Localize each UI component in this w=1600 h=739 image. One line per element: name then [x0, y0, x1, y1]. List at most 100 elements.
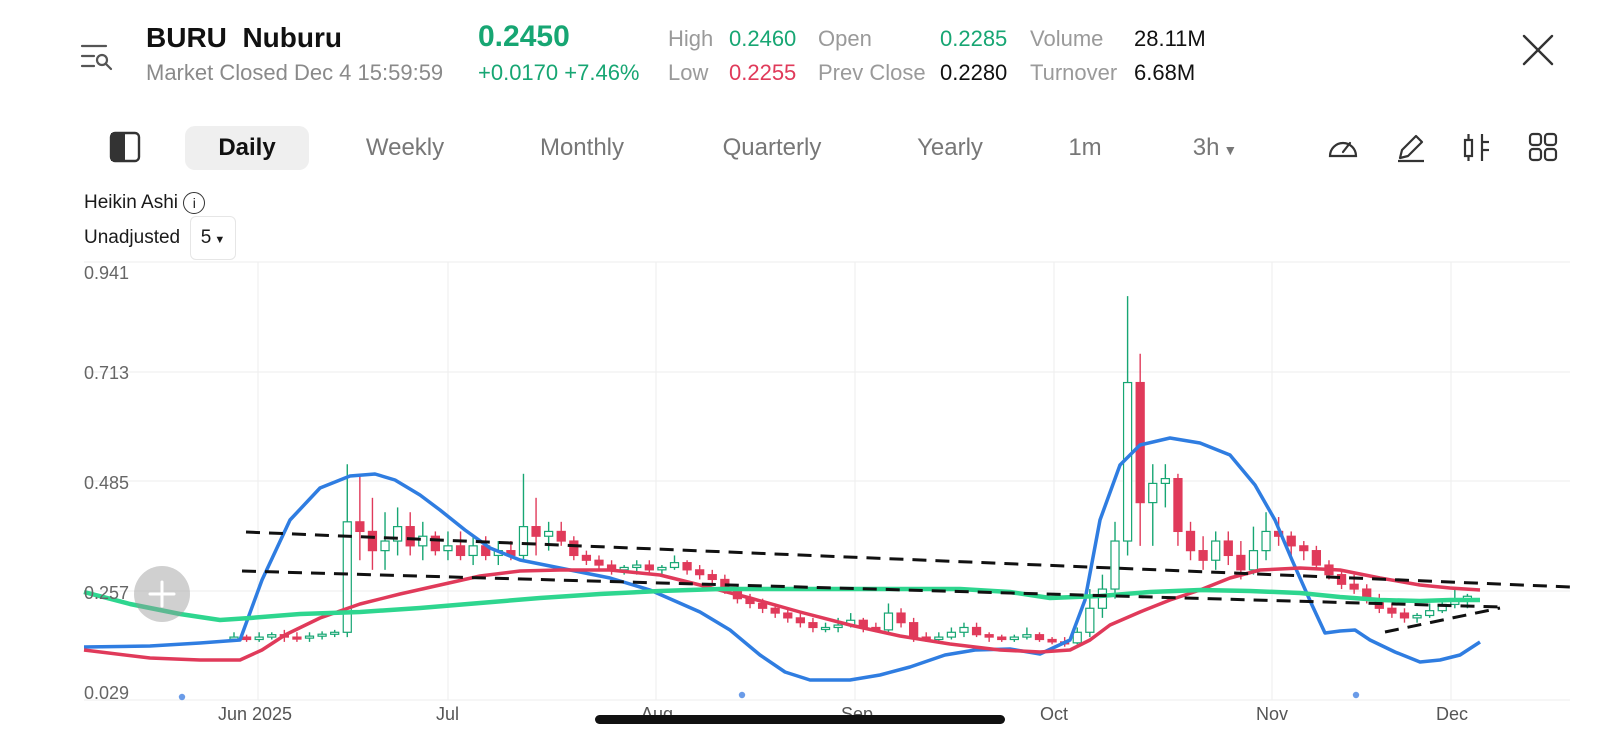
price-chart[interactable] [0, 258, 1600, 708]
low-label: Low [668, 60, 709, 85]
layout-toggle-icon[interactable] [108, 130, 142, 164]
pen-icon[interactable] [1394, 130, 1428, 164]
candle-body [1223, 540, 1233, 557]
tab-monthly[interactable]: Monthly [527, 126, 637, 170]
candle-body [1034, 634, 1045, 641]
volume-value: 28.11M [1134, 26, 1206, 51]
tab-1m[interactable]: 1m [1060, 126, 1110, 170]
candle-body [1387, 607, 1397, 614]
y-tick: 0.713 [84, 363, 130, 383]
candle-body [1085, 607, 1095, 633]
candle-body [1160, 477, 1170, 485]
low-value: 0.2255 [729, 60, 797, 85]
candle-body [355, 521, 365, 533]
tab-quarterly[interactable]: Quarterly [712, 126, 832, 170]
add-button[interactable] [134, 566, 190, 622]
x-tick: Dec [1436, 704, 1469, 724]
change-value: +0.0170 [478, 60, 559, 85]
candle-body [959, 626, 969, 633]
y-tick: 0.485 [84, 473, 130, 493]
candle-body [1173, 477, 1183, 533]
change-percent: +7.46% [564, 60, 640, 85]
info-icon[interactable]: i [183, 192, 206, 214]
candle-body [1097, 588, 1108, 609]
grid-icon[interactable] [1526, 130, 1560, 164]
turnover-label: Turnover [1030, 60, 1118, 85]
candle-body [883, 612, 894, 631]
candle-body [934, 636, 944, 641]
candle-body [707, 574, 717, 581]
price-change: +0.0170 +7.46% [478, 60, 640, 86]
prev-close-value: 0.2280 [940, 60, 1008, 85]
candle-body [292, 636, 302, 640]
prev-close-label: Prev Close [818, 60, 926, 85]
candle-body [795, 617, 805, 624]
candle-body [1349, 583, 1359, 590]
stock-name: Nuburu [242, 22, 342, 53]
tab-weekly[interactable]: Weekly [355, 126, 455, 170]
candle-body [443, 545, 453, 552]
candle-body [342, 521, 352, 633]
candle-body [1425, 610, 1435, 617]
chevron-down-icon: ▼ [211, 234, 226, 246]
candle-body [808, 622, 818, 629]
x-tick: Nov [1256, 704, 1289, 724]
candle-body [569, 540, 579, 557]
candle-body [455, 545, 466, 557]
candle-body [1072, 631, 1082, 644]
candle-body [669, 562, 680, 569]
candle-body [644, 564, 654, 571]
watchlist-menu-icon[interactable] [80, 42, 114, 72]
candle-body [581, 554, 592, 561]
chart-style-label: Heikin Ashi i [84, 192, 206, 214]
candle-body [594, 559, 604, 566]
period-selector-value: 5 [200, 227, 212, 248]
trendlines [241, 530, 1571, 634]
candle-body [682, 562, 692, 571]
candle-body [367, 530, 378, 552]
candle-body [1148, 482, 1158, 504]
high-label: High [668, 26, 714, 51]
open-label: Open [818, 26, 872, 51]
line-green [83, 586, 1480, 623]
chart-style-text: Heikin Ashi [84, 192, 178, 214]
candle-body [330, 631, 340, 635]
candle-body [909, 622, 919, 638]
stock-symbol: BURU [146, 22, 227, 53]
tab-daily[interactable]: Daily [185, 126, 309, 170]
candle-body [757, 602, 768, 609]
candle-body [1286, 535, 1296, 547]
candle-body [997, 636, 1007, 641]
last-price: 0.2450 [478, 20, 570, 53]
candle-body [556, 530, 566, 542]
indicator-icon[interactable] [1460, 130, 1494, 164]
gauge-icon[interactable] [1326, 130, 1360, 164]
candle-body [267, 634, 277, 638]
tab-yearly[interactable]: Yearly [905, 126, 995, 170]
candle-body [544, 530, 554, 537]
x-tick: Jun 2025 [218, 704, 293, 724]
volume-label: Volume [1030, 26, 1104, 51]
candle-body [1110, 540, 1120, 590]
candle-body [1185, 530, 1196, 552]
stock-title: BURU Nuburu [146, 22, 342, 54]
candle-body [1211, 540, 1221, 561]
turnover-value: 6.68M [1134, 60, 1196, 85]
candle-body [1311, 550, 1322, 566]
candle-body [418, 535, 428, 547]
tab-3h[interactable]: 3h ▼ [1180, 126, 1250, 170]
candle-body [695, 569, 705, 576]
candle-body [1399, 612, 1410, 619]
home-indicator[interactable] [595, 715, 1005, 724]
period-selector[interactable]: 5 ▼ [190, 216, 236, 260]
candle-body [1022, 634, 1032, 638]
candle-body [405, 526, 415, 547]
candle-body [783, 612, 793, 619]
line-blue [83, 436, 1481, 682]
candle-body [304, 635, 315, 639]
y-tick: 0.941 [84, 263, 130, 283]
close-icon[interactable] [1520, 32, 1556, 68]
y-tick: 0.257 [84, 583, 130, 603]
candle-body [1299, 545, 1309, 552]
chevron-down-icon: ▼ [1219, 142, 1238, 158]
